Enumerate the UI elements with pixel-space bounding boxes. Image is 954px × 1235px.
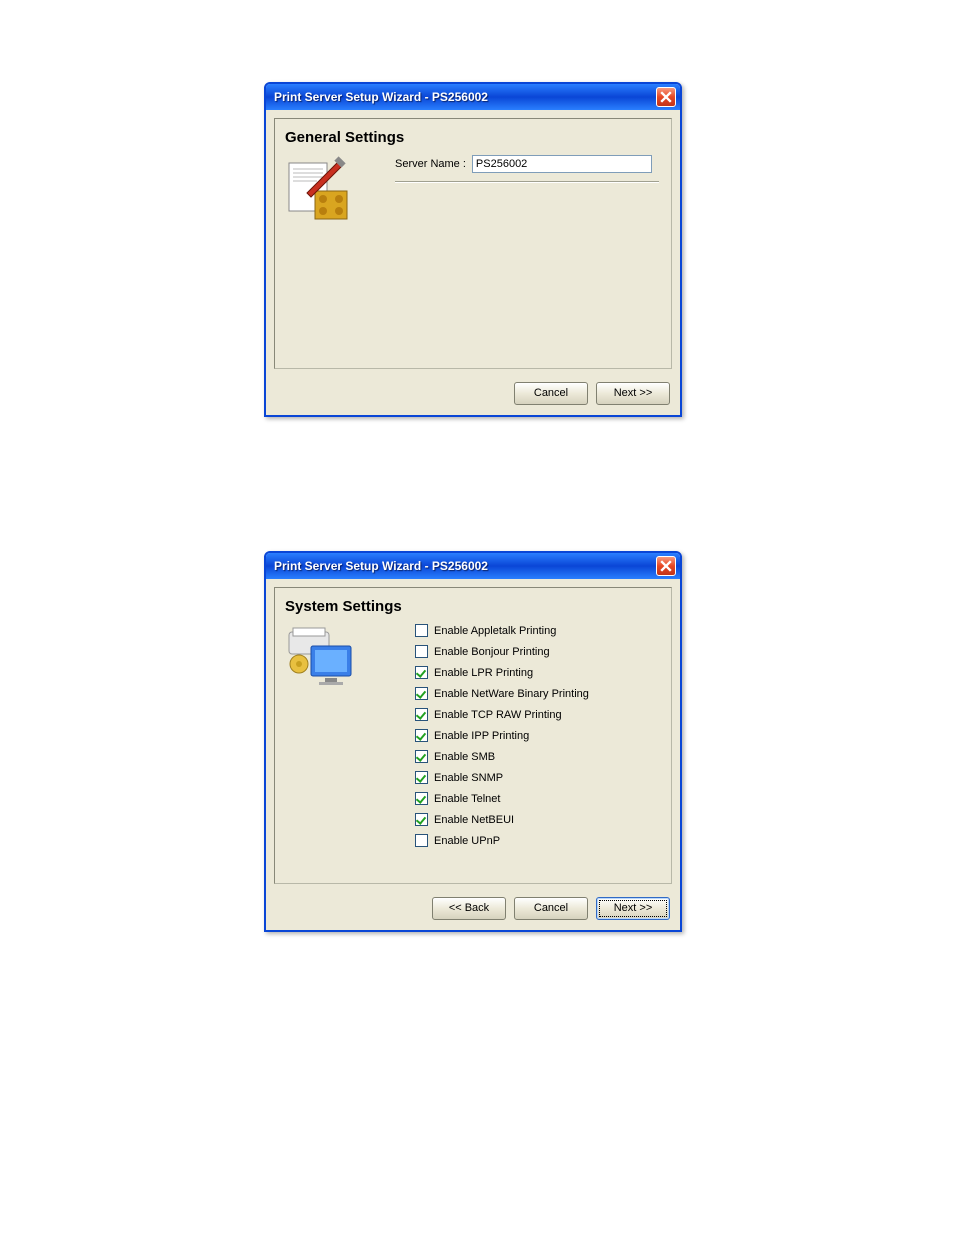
window-title: Print Server Setup Wizard - PS256002 <box>274 559 488 573</box>
window-title: Print Server Setup Wizard - PS256002 <box>274 90 488 104</box>
wizard-dialog-general: Print Server Setup Wizard - PS256002 Gen… <box>264 82 682 417</box>
option-row: Enable UPnP <box>415 830 659 851</box>
option-label[interactable]: Enable LPR Printing <box>434 667 533 679</box>
option-label[interactable]: Enable Bonjour Printing <box>434 646 550 658</box>
checkbox[interactable] <box>415 708 428 721</box>
close-button[interactable] <box>656 556 676 576</box>
content-panel: System Settings Enable Appletalk Printin… <box>274 587 672 884</box>
option-row: Enable SNMP <box>415 767 659 788</box>
checkbox-list: Enable Appletalk Printing Enable Bonjour … <box>415 620 659 851</box>
dialog-body: System Settings Enable Appletalk Printin… <box>266 579 680 930</box>
divider <box>395 181 659 183</box>
checkbox[interactable] <box>415 666 428 679</box>
cancel-button[interactable]: Cancel <box>514 382 588 405</box>
checkbox[interactable] <box>415 729 428 742</box>
dialog-body: General Settings Server Name : <box>266 110 680 415</box>
option-label[interactable]: Enable TCP RAW Printing <box>434 709 562 721</box>
option-label[interactable]: Enable SMB <box>434 751 495 763</box>
checkbox[interactable] <box>415 834 428 847</box>
next-button[interactable]: Next >> <box>596 382 670 405</box>
option-row: Enable SMB <box>415 746 659 767</box>
option-row: Enable NetWare Binary Printing <box>415 683 659 704</box>
next-button[interactable]: Next >> <box>596 897 670 920</box>
checkbox[interactable] <box>415 813 428 826</box>
cancel-button[interactable]: Cancel <box>514 897 588 920</box>
option-row: Enable Appletalk Printing <box>415 620 659 641</box>
titlebar[interactable]: Print Server Setup Wizard - PS256002 <box>266 84 680 110</box>
close-icon <box>660 560 672 572</box>
checkbox[interactable] <box>415 771 428 784</box>
content-panel: General Settings Server Name : <box>274 118 672 369</box>
form-area: Server Name : <box>395 155 659 183</box>
server-name-input[interactable] <box>472 155 652 173</box>
option-row: Enable NetBEUI <box>415 809 659 830</box>
wizard-dialog-system: Print Server Setup Wizard - PS256002 Sys… <box>264 551 682 932</box>
section-heading: General Settings <box>285 129 661 146</box>
server-name-row: Server Name : <box>395 155 659 173</box>
back-button[interactable]: << Back <box>432 897 506 920</box>
option-row: Enable Telnet <box>415 788 659 809</box>
checkbox[interactable] <box>415 687 428 700</box>
option-label[interactable]: Enable SNMP <box>434 772 503 784</box>
button-row: << Back Cancel Next >> <box>266 892 680 930</box>
option-label[interactable]: Enable UPnP <box>434 835 500 847</box>
button-row: Cancel Next >> <box>266 377 680 415</box>
checkbox[interactable] <box>415 624 428 637</box>
option-label[interactable]: Enable Telnet <box>434 793 500 805</box>
checkbox[interactable] <box>415 792 428 805</box>
option-row: Enable LPR Printing <box>415 662 659 683</box>
settings-icon <box>287 155 357 225</box>
option-row: Enable IPP Printing <box>415 725 659 746</box>
titlebar[interactable]: Print Server Setup Wizard - PS256002 <box>266 553 680 579</box>
option-label[interactable]: Enable NetBEUI <box>434 814 514 826</box>
option-label[interactable]: Enable IPP Printing <box>434 730 529 742</box>
close-button[interactable] <box>656 87 676 107</box>
option-row: Enable TCP RAW Printing <box>415 704 659 725</box>
option-label[interactable]: Enable NetWare Binary Printing <box>434 688 589 700</box>
checkbox[interactable] <box>415 645 428 658</box>
option-row: Enable Bonjour Printing <box>415 641 659 662</box>
option-label[interactable]: Enable Appletalk Printing <box>434 625 556 637</box>
checkbox[interactable] <box>415 750 428 763</box>
server-name-label: Server Name : <box>395 158 466 170</box>
close-icon <box>660 91 672 103</box>
section-heading: System Settings <box>285 598 661 615</box>
system-icon <box>287 624 357 694</box>
